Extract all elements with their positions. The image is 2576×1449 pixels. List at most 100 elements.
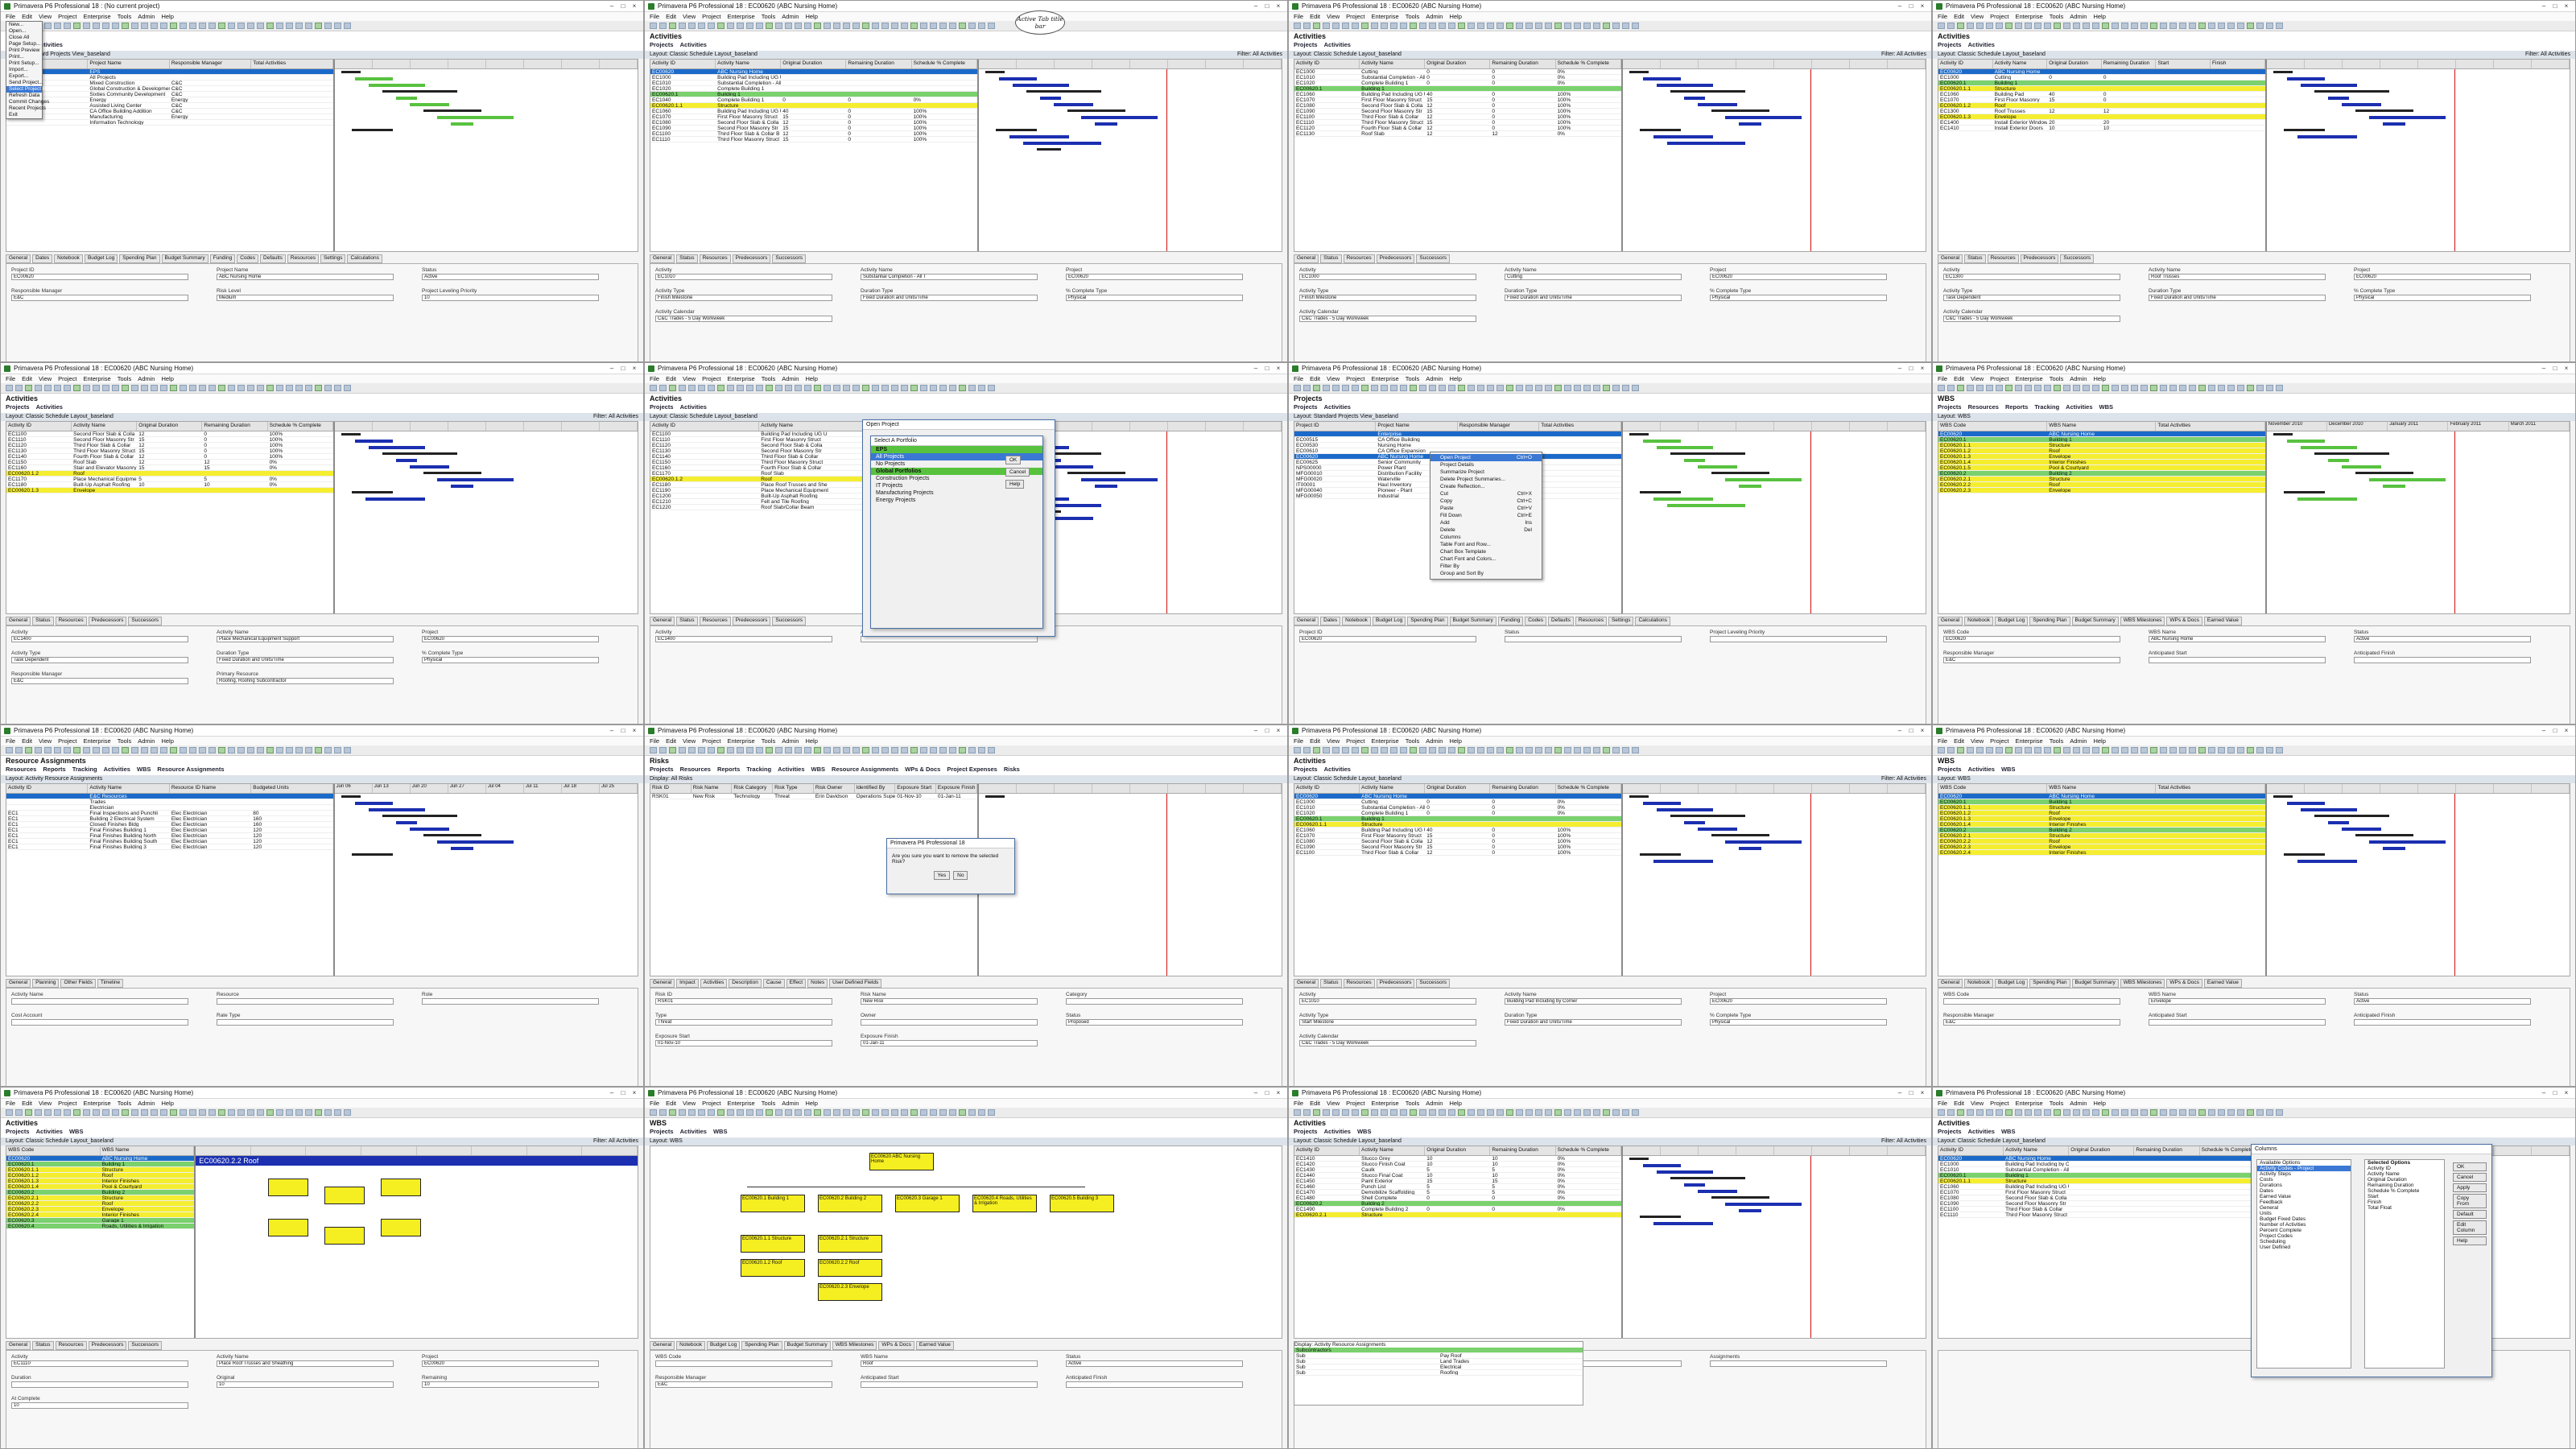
toolbar-button[interactable] — [2227, 747, 2235, 753]
toolbar-button[interactable] — [1342, 385, 1349, 391]
gantt-bar[interactable] — [382, 815, 457, 817]
table-row[interactable]: EC1090 Second Floor Masonry Str — [1938, 1201, 2265, 1207]
gantt-bar[interactable] — [2327, 821, 2349, 824]
table-row[interactable]: EC1100 Third Floor Slab & Collar B 12 0 100% — [650, 131, 977, 137]
gantt-bar[interactable] — [1639, 853, 1681, 856]
table-row[interactable]: EC00620.1.3 Envelope — [6, 488, 333, 493]
toolbar-button[interactable] — [35, 385, 42, 391]
details-tab[interactable]: Status — [1964, 254, 1986, 263]
gantt-bar[interactable] — [2286, 77, 2325, 80]
table-row[interactable]: EC1060 Building Pad Including UG U 40 0 100% — [1294, 92, 1621, 97]
dialog-button-copy-from[interactable]: Copy From — [2453, 1194, 2487, 1208]
table-row[interactable]: EC1170 Place Mechanical Equipment 5 5 0% — [6, 477, 333, 482]
toolbar-button[interactable] — [2083, 385, 2090, 391]
gantt-bar[interactable] — [1670, 815, 1745, 817]
field-value[interactable]: E&C — [11, 295, 188, 301]
table-row[interactable]: EC00620.3 Garage 1 — [6, 1218, 195, 1224]
toolbar-button[interactable] — [785, 23, 792, 29]
table-row[interactable]: EC1410 Install Exterior Doors 10 10 — [1938, 126, 2265, 131]
table-row[interactable]: EC00620.2.2 Roof — [1938, 482, 2265, 488]
toolbar-button[interactable] — [2227, 385, 2235, 391]
toolbar-button[interactable] — [2015, 385, 2022, 391]
toolbar-button[interactable] — [2112, 385, 2119, 391]
menu-enterprise[interactable]: Enterprise — [84, 13, 111, 20]
toolbar-button[interactable] — [862, 23, 869, 29]
field-value[interactable]: EC00620 — [1710, 998, 1887, 1005]
toolbar-button[interactable] — [44, 385, 52, 391]
toolbar-button[interactable] — [1574, 385, 1581, 391]
toolbar-button[interactable] — [199, 23, 206, 29]
details-tab[interactable]: General — [1938, 254, 1963, 263]
details-tab[interactable]: Predecessors — [2020, 254, 2059, 263]
option-item[interactable]: Activity Steps — [2257, 1171, 2351, 1177]
table-row[interactable]: Sixties Community Development C&C — [6, 92, 333, 97]
field-value[interactable]: EC1010 — [1299, 998, 1476, 1005]
menu-project[interactable]: Project — [702, 737, 720, 745]
menu-help[interactable]: Help — [1449, 1100, 1461, 1107]
wbs-node[interactable]: EC00620.2.2 Roof — [818, 1259, 882, 1277]
toolbar-button[interactable] — [1957, 1109, 1964, 1116]
toolbar-button[interactable] — [44, 1109, 52, 1116]
gantt-bar[interactable] — [368, 84, 425, 87]
toolbar-button[interactable] — [257, 23, 264, 29]
toolbar-button[interactable] — [901, 385, 908, 391]
toolbar-button[interactable] — [1313, 385, 1320, 391]
table-row[interactable]: EC1100 Third Floor Slab & Collar 12 0 100% — [1294, 850, 1621, 856]
details-tab[interactable]: General — [650, 254, 675, 263]
toolbar-button[interactable] — [2237, 23, 2244, 29]
menu-project[interactable]: Project — [1346, 375, 1364, 382]
field-value[interactable]: Roof — [861, 1360, 1038, 1367]
toolbar-button[interactable] — [1967, 1109, 1974, 1116]
gantt-bar[interactable] — [2355, 834, 2413, 836]
toolbar-button[interactable] — [1352, 747, 1359, 753]
tab-tracking[interactable]: Tracking — [746, 766, 771, 775]
toolbar-button[interactable] — [1622, 23, 1629, 29]
toolbar-button[interactable] — [44, 747, 52, 753]
table-row[interactable]: EC00620.2 Building 2 — [1938, 828, 2265, 833]
toolbar-button[interactable] — [266, 385, 274, 391]
toolbar-button[interactable] — [814, 747, 821, 753]
table-row[interactable]: EC1120 Fourth Floor Slab & Collar 12 0 100% — [1294, 126, 1621, 131]
toolbar-button[interactable] — [804, 385, 811, 391]
file-menu-item[interactable]: Refresh Data — [6, 93, 42, 99]
column-header[interactable]: Total Activities — [251, 60, 333, 68]
toolbar-button[interactable] — [1612, 385, 1620, 391]
toolbar-button[interactable] — [247, 23, 254, 29]
column-header[interactable]: Risk Type — [773, 784, 814, 793]
details-tab[interactable]: Calculations — [1635, 617, 1670, 625]
toolbar-button[interactable] — [2034, 747, 2041, 753]
file-menu-item[interactable]: Print Setup... — [6, 60, 42, 67]
menu-help[interactable]: Help — [2093, 13, 2105, 20]
toolbar-button[interactable] — [737, 385, 744, 391]
menu-project[interactable]: Project — [1990, 13, 2008, 20]
toolbar-button[interactable] — [766, 1109, 773, 1116]
toolbar-button[interactable] — [1612, 1109, 1620, 1116]
menu-view[interactable]: View — [39, 13, 52, 20]
table-row[interactable]: EC00620 ABC Nursing Home — [1938, 794, 2265, 799]
toolbar-button[interactable] — [910, 385, 918, 391]
gantt-bar[interactable] — [1639, 129, 1681, 131]
table-row[interactable]: EC00620.1.1 Structure — [650, 103, 977, 109]
table-row[interactable]: EC1470 Demobilize Scaffolding 5 5 0% — [1294, 1190, 1621, 1195]
toolbar-button[interactable] — [1410, 385, 1417, 391]
toolbar-button[interactable] — [1419, 747, 1426, 753]
toolbar-button[interactable] — [2179, 1109, 2186, 1116]
toolbar-button[interactable] — [910, 1109, 918, 1116]
toolbar-button[interactable] — [1996, 23, 2003, 29]
toolbar-button[interactable] — [852, 385, 860, 391]
tab-projects[interactable]: Projects — [6, 403, 30, 413]
wbs-node[interactable]: EC00620.1.2 Roof — [741, 1259, 805, 1277]
gantt-bar[interactable] — [436, 478, 514, 481]
gantt-bar[interactable] — [409, 103, 449, 106]
menu-tools[interactable]: Tools — [762, 375, 776, 382]
menu-tools[interactable]: Tools — [1406, 1100, 1420, 1107]
toolbar-button[interactable] — [978, 385, 985, 391]
gantt-bar[interactable] — [1724, 116, 1802, 119]
toolbar-button[interactable] — [2266, 385, 2273, 391]
toolbar-button[interactable] — [679, 23, 686, 29]
details-tab[interactable]: Budget Log — [84, 254, 118, 263]
toolbar-button[interactable] — [170, 23, 177, 29]
toolbar-button[interactable] — [1390, 1109, 1397, 1116]
option-item[interactable]: Activity ID — [2365, 1166, 2444, 1171]
toolbar-button[interactable] — [1996, 385, 2003, 391]
